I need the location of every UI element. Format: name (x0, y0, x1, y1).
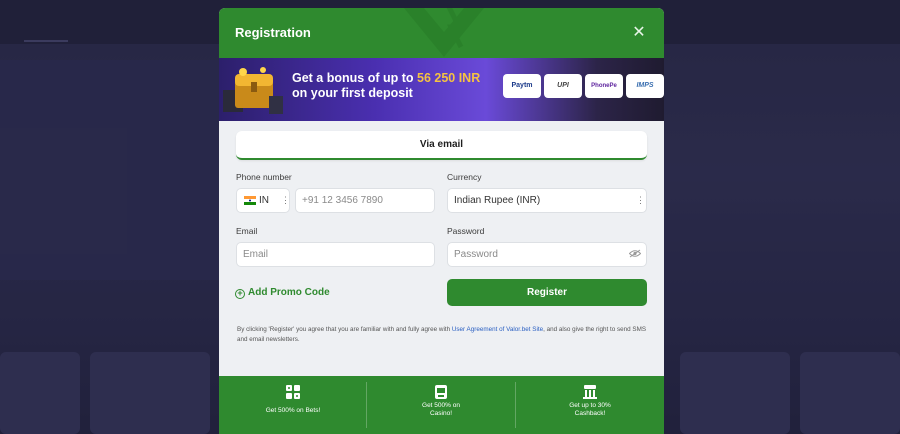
email-label: Email (236, 226, 258, 236)
phone-label: Phone number (236, 172, 292, 182)
terms-disclaimer: By clicking 'Register' you agree that yo… (237, 325, 649, 345)
brand-emblem-icon (403, 8, 485, 57)
cashback-icon (583, 385, 597, 399)
register-button[interactable]: Register (447, 279, 647, 306)
casino-icon (435, 385, 447, 399)
currency-value: Indian Rupee (INR) (454, 195, 541, 206)
kebab-icon: ⋮ (636, 195, 645, 205)
close-button[interactable]: ✕ (629, 23, 649, 43)
bonus-casino: Get 500% on Casino! (367, 376, 515, 434)
bonus-casino-label: Get 500% on Casino! (422, 402, 460, 417)
password-input[interactable]: Password (447, 242, 647, 267)
kebab-icon: ⋮ (281, 195, 290, 205)
promo-banner: Get a bonus of up to 56 250 INR on your … (219, 58, 664, 121)
bonus-bets-text: Get 500% on Bets! (265, 407, 321, 414)
password-label: Password (447, 226, 485, 236)
promo-line1: Get a bonus of up to (292, 71, 417, 85)
paytm-logo: Paytm (503, 74, 541, 98)
modal-header: Registration ✕ (219, 8, 664, 58)
tab-via-email[interactable]: Via email (236, 131, 647, 160)
currency-select[interactable]: Indian Rupee (INR) ⋮ (447, 188, 647, 213)
treasure-chest-icon (223, 67, 283, 114)
close-icon: ✕ (632, 24, 646, 41)
upi-logo: UPI (544, 74, 582, 98)
add-promo-code-link[interactable]: + Add Promo Code (235, 287, 330, 299)
promo-text: Get a bonus of up to 56 250 INR on your … (292, 71, 480, 101)
modal-title: Registration (235, 25, 311, 40)
dice-icon (286, 385, 300, 399)
bonus-casino-text: Get 500% on Casino! (367, 402, 515, 418)
promo-line2: on your first deposit (292, 86, 413, 100)
bonus-footer: Get 500% on Bets! Get 500% on Casino! Ge… (219, 376, 664, 434)
currency-label: Currency (447, 172, 482, 182)
user-agreement-link[interactable]: User Agreement of Valor.bet Site (452, 326, 543, 333)
bonus-cashback-label: Get up to 30% Cashback! (569, 402, 611, 417)
phonepe-logo: PhonePe (585, 74, 623, 98)
country-code-select[interactable]: IN ⋮ (236, 188, 290, 213)
disclaimer-text: By clicking 'Register' you agree that yo… (237, 326, 452, 333)
email-input[interactable]: Email (236, 242, 435, 267)
show-password-icon[interactable] (629, 249, 641, 258)
imps-logo: IMPS (626, 74, 664, 98)
promo-code-label: Add Promo Code (248, 287, 330, 298)
promo-amount: 56 250 INR (417, 71, 481, 85)
india-flag-icon (244, 196, 256, 205)
phone-input[interactable]: +91 12 3456 7890 (295, 188, 435, 213)
bonus-cashback: Get up to 30% Cashback! (516, 376, 664, 434)
registration-modal: Registration ✕ Get a bonus of up to 56 2… (219, 8, 664, 434)
bonus-cashback-text: Get up to 30% Cashback! (516, 402, 664, 418)
plus-circle-icon: + (235, 289, 245, 299)
bonus-bets: Get 500% on Bets! (219, 376, 367, 434)
country-code-value: IN (259, 195, 269, 206)
